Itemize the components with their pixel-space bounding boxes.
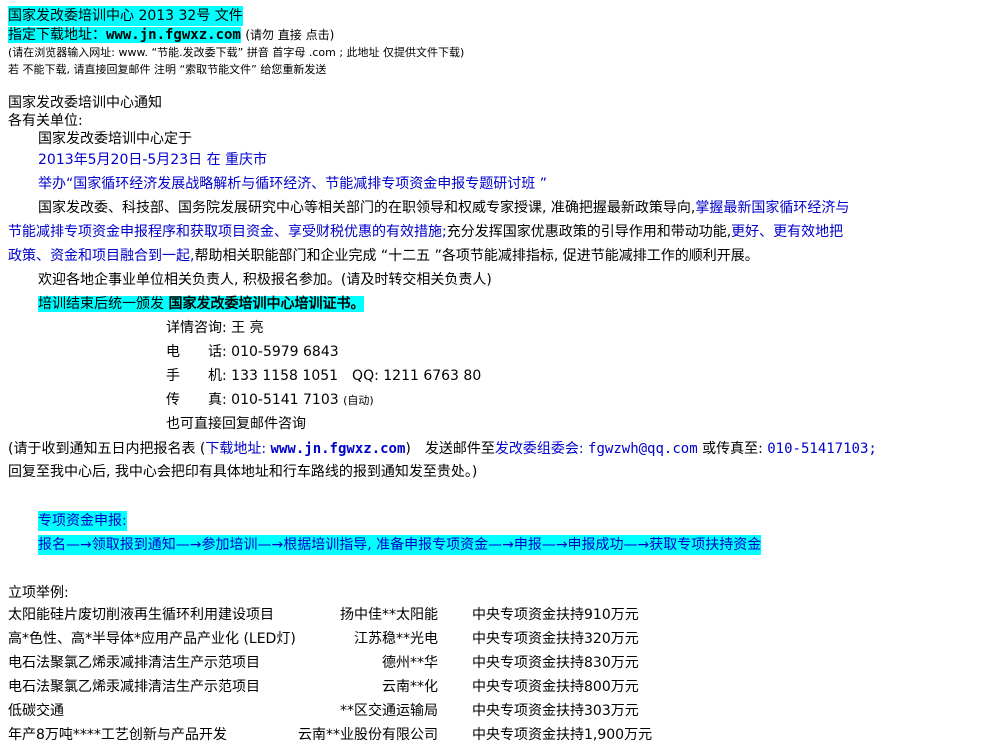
registration-line-1: (请于收到通知五日内把报名表 (下载地址: www.jn.fgwxz.com) … [8,441,877,457]
contact-mobile: 手 机: 133 1158 1051 QQ: 1211 6763 80 [166,368,482,384]
download-line: 指定下载地址：www.jn.fgwxz.com (请勿 直接 点击) [8,25,334,45]
paragraph-line-3: 政策、资金和项目融合到一起,帮助相关职能部门和企业完成 “十二五 ”各项节能减排… [8,248,759,264]
notice-intro: 国家发改委培训中心定于 [38,131,192,147]
event-name: 举办“国家循环经济发展战略解析与循环经济、节能减排专项资金申报专题研讨班 ” [38,176,547,192]
salutation: 各有关单位: [8,113,83,129]
registration-line-2: 回复至我中心后, 我中心会把印有具体地址和行车路线的报到通知发至贵处。) [8,464,478,480]
support-amount: 中央专项资金扶持830万元 [472,655,639,671]
support-amount: 中央专项资金扶持320万元 [472,631,639,647]
download-url-link[interactable]: www.jn.fgwxz.com [106,27,241,43]
project-name: 电石法聚氯乙烯汞减排清洁生产示范项目 [8,655,260,671]
company-name: 江苏稳**光电 [354,631,438,647]
examples-title: 立项举例: [8,585,69,601]
company-name: **区交通运输局 [340,703,438,719]
fax-note: (自动) [343,394,374,407]
registration-email-link[interactable]: fgwzwh@qq.com [588,441,698,457]
contact-phone: 电 话: 010-5979 6843 [166,344,339,360]
company-name: 扬中佳**太阳能 [340,607,438,623]
certificate-name: 国家发改委培训中心培训证书。 [168,296,365,312]
date-place: 2013年5月20日-5月23日 在 重庆市 [38,152,268,168]
contact-email-reply: 也可直接回复邮件咨询 [166,416,306,432]
project-name: 年产8万吨****工艺创新与产品开发 [8,727,227,743]
paragraph-line-2: 节能减排专项资金申报程序和获取项目资金、享受财税优惠的有效措施;充分发挥国家优惠… [8,224,844,240]
support-amount: 中央专项资金扶持800万元 [472,679,639,695]
notice-title: 国家发改委培训中心通知 [8,95,162,111]
fallback-hint: 若 不能下载, 请直接回复邮件 注明 “索取节能文件” 给您重新发送 [8,63,327,76]
project-name: 低碳交通 [8,703,64,719]
support-amount: 中央专项资金扶持303万元 [472,703,639,719]
document-title: 国家发改委培训中心 2013 32号 文件 [8,6,243,26]
company-name: 德州**华 [382,655,438,671]
project-name: 电石法聚氯乙烯汞减排清洁生产示范项目 [8,679,260,695]
project-name: 高*色性、高*半导体*应用产品产业化 (LED灯) [8,631,296,647]
registration-download-link[interactable]: www.jn.fgwxz.com [271,441,406,457]
funding-title: 专项资金申报: [38,511,127,531]
support-amount: 中央专项资金扶持1,900万元 [472,727,653,743]
project-name: 太阳能硅片废切削液再生循环利用建设项目 [8,607,274,623]
contact-fax: 传 真: 010-5141 7103 (自动) [166,392,374,408]
company-name: 云南**化 [382,679,438,695]
contact-consult: 详情咨询: 王 亮 [166,320,264,336]
welcome-text: 欢迎各地企事业单位相关负责人, 积极报名参加。(请及时转交相关负责人) [38,272,492,288]
certificate-line: 培训结束后统一颁发 国家发改委培训中心培训证书。 [38,296,365,312]
paragraph-line-1: 国家发改委、科技部、国务院发展研究中心等相关部门的在职领导和权威专家授课, 准确… [38,200,850,216]
company-name: 云南**业股份有限公司 [298,727,438,743]
download-note: (请勿 直接 点击) [245,28,335,42]
support-amount: 中央专项资金扶持910万元 [472,607,639,623]
registration-fax: 010-51417103; [767,441,877,457]
download-label: 指定下载地址：www.jn.fgwxz.com [8,27,241,43]
funding-flow: 报名—→领取报到通知—→参加培训—→根据培训指导, 准备申报专项资金—→申报—→… [38,535,762,555]
